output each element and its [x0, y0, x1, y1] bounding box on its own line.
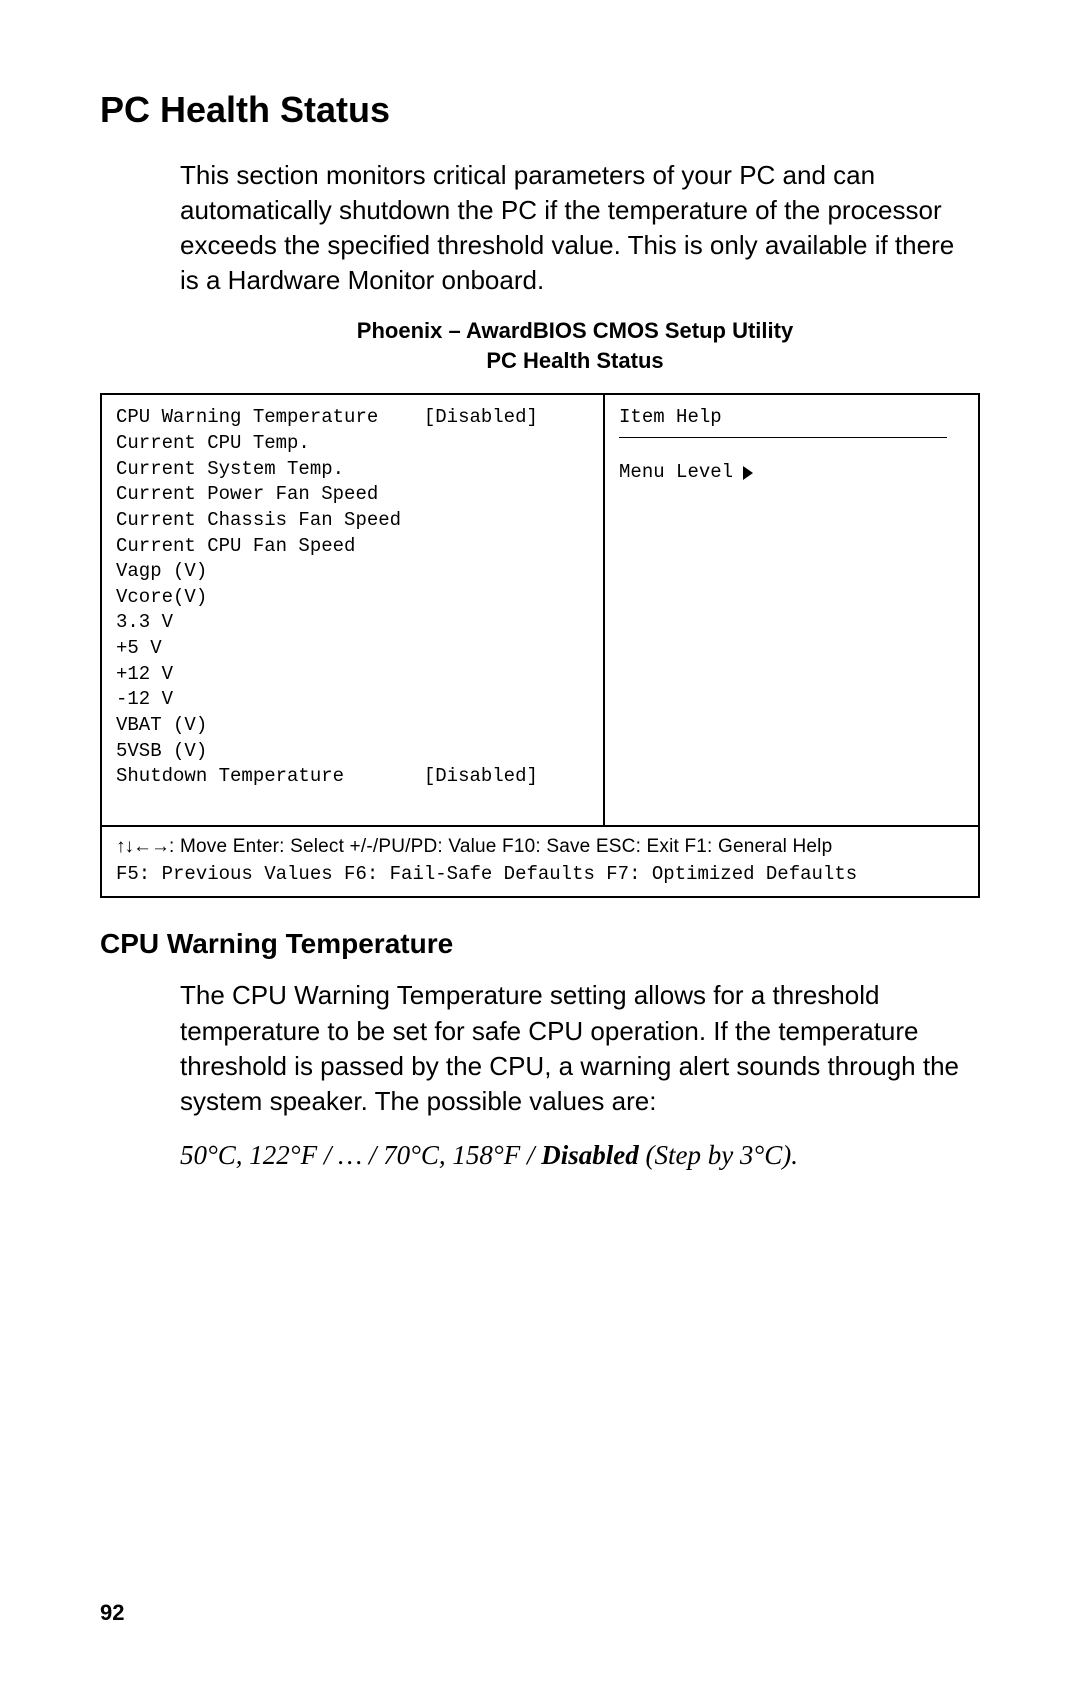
bios-item-label: Current CPU Fan Speed	[116, 534, 355, 560]
triangle-right-icon	[743, 466, 753, 480]
arrow-keys-icon: ↑↓←→	[116, 836, 169, 857]
bios-item-label: Current System Temp.	[116, 457, 344, 483]
bios-help-panel: Item Help Menu Level	[605, 395, 978, 825]
bios-footer-line1: ↑↓←→: Move Enter: Select +/-/PU/PD: Valu…	[116, 833, 964, 861]
bios-items-panel: CPU Warning Temperature [Disabled]Curren…	[102, 395, 605, 825]
values-default: Disabled	[541, 1140, 639, 1170]
bios-item-label: Shutdown Temperature	[116, 764, 424, 790]
bios-header-line2: PC Health Status	[486, 348, 663, 373]
bios-header: Phoenix – AwardBIOS CMOS Setup Utility P…	[180, 316, 970, 375]
bios-item-row: +12 V	[116, 662, 589, 688]
bios-item-value: [Disabled]	[424, 764, 538, 790]
bios-item-label: Current CPU Temp.	[116, 431, 310, 457]
bios-footer-line1-text: : Move Enter: Select +/-/PU/PD: Value F1…	[169, 836, 832, 857]
bios-item-label: 3.3 V	[116, 610, 173, 636]
bios-item-label: CPU Warning Temperature	[116, 405, 424, 431]
manual-page: PC Health Status This section monitors c…	[0, 0, 1080, 1690]
bios-top-area: CPU Warning Temperature [Disabled]Curren…	[102, 395, 978, 825]
values-before: 50°C, 122°F / … / 70°C, 158°F /	[180, 1140, 541, 1170]
bios-item-row: Shutdown Temperature [Disabled]	[116, 764, 589, 790]
bios-item-label: Vcore(V)	[116, 585, 207, 611]
section-heading: CPU Warning Temperature	[100, 928, 970, 960]
bios-item-row: +5 V	[116, 636, 589, 662]
bios-item-label: 5VSB (V)	[116, 739, 207, 765]
bios-menu-level: Menu Level	[619, 460, 964, 486]
intro-block: This section monitors critical parameter…	[180, 158, 970, 376]
page-title: PC Health Status	[100, 90, 980, 130]
bios-item-row: -12 V	[116, 687, 589, 713]
bios-help-divider	[619, 437, 947, 438]
bios-item-row: Current CPU Temp.	[116, 431, 589, 457]
bios-item-label: Vagp (V)	[116, 559, 207, 585]
bios-screen-box: CPU Warning Temperature [Disabled]Curren…	[100, 393, 980, 898]
bios-item-label: VBAT (V)	[116, 713, 207, 739]
bios-menu-level-text: Menu Level	[619, 460, 733, 486]
bios-item-row: CPU Warning Temperature [Disabled]	[116, 405, 589, 431]
bios-item-label: -12 V	[116, 687, 173, 713]
bios-item-row: Vcore(V)	[116, 585, 589, 611]
bios-footer-line2: F5: Previous Values F6: Fail-Safe Defaul…	[116, 861, 964, 889]
bios-item-row: Current Chassis Fan Speed	[116, 508, 589, 534]
possible-values-line: 50°C, 122°F / … / 70°C, 158°F / Disabled…	[180, 1137, 820, 1173]
bios-item-row: Current System Temp.	[116, 457, 589, 483]
bios-item-row: VBAT (V)	[116, 713, 589, 739]
page-number: 92	[100, 1600, 124, 1626]
bios-item-label: +5 V	[116, 636, 162, 662]
bios-item-row: Current Power Fan Speed	[116, 482, 589, 508]
bios-item-label: Current Chassis Fan Speed	[116, 508, 401, 534]
bios-header-line1: Phoenix – AwardBIOS CMOS Setup Utility	[357, 318, 793, 343]
bios-footer: ↑↓←→: Move Enter: Select +/-/PU/PD: Valu…	[102, 825, 978, 896]
bios-item-row: Current CPU Fan Speed	[116, 534, 589, 560]
bios-item-label: +12 V	[116, 662, 173, 688]
cpu-warning-paragraph: The CPU Warning Temperature setting allo…	[180, 978, 970, 1118]
values-after: (Step by 3°C).	[639, 1140, 798, 1170]
bios-help-title: Item Help	[619, 405, 964, 431]
cpu-warning-block: The CPU Warning Temperature setting allo…	[180, 978, 970, 1118]
bios-item-row: 5VSB (V)	[116, 739, 589, 765]
intro-paragraph: This section monitors critical parameter…	[180, 158, 970, 298]
bios-item-label: Current Power Fan Speed	[116, 482, 378, 508]
bios-item-row: Vagp (V)	[116, 559, 589, 585]
bios-item-value: [Disabled]	[424, 405, 538, 431]
bios-item-row: 3.3 V	[116, 610, 589, 636]
